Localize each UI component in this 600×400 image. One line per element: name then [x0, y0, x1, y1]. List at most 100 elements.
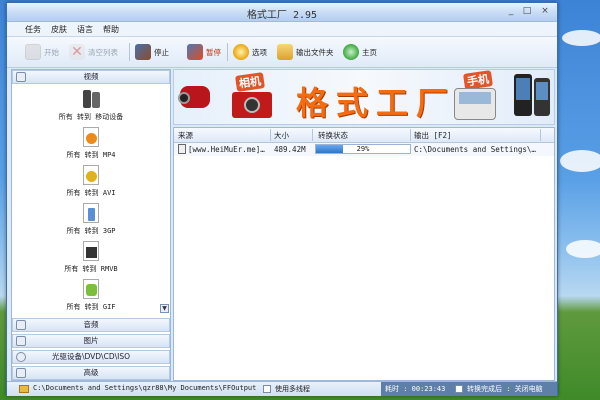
output-path[interactable]: C:\Documents and Settings\qzr88\My Docum… — [33, 384, 256, 392]
clear-list-icon: ✕ — [69, 44, 85, 60]
pause-button[interactable]: 暂停 — [187, 43, 221, 61]
mp4-icon — [81, 126, 101, 148]
stop-button[interactable]: 停止 — [135, 43, 169, 61]
desktop-cloud — [560, 150, 600, 172]
format-factory-window: 格式工厂 2.95 _ □ × 任务 皮肤 语言 帮助 开始 ✕ 清空列表 停止… — [6, 2, 558, 396]
multithread-checkbox[interactable] — [263, 385, 271, 393]
toolbar-separator — [129, 43, 130, 61]
close-button[interactable]: × — [539, 6, 551, 17]
toolbar-separator — [227, 43, 228, 61]
banner-title: 格式工厂 — [296, 84, 457, 122]
start-button[interactable]: 开始 — [25, 43, 59, 61]
options-label: 选项 — [252, 47, 267, 57]
folder-icon — [19, 385, 29, 393]
homepage-button[interactable]: 主页 — [343, 43, 377, 61]
category-disc-header[interactable]: 光驱设备\DVD\CD\ISO — [12, 350, 170, 364]
gif-icon — [81, 278, 101, 300]
format-label: 所有 转到 MP4 — [66, 151, 116, 159]
options-icon — [233, 44, 249, 60]
column-divider — [312, 129, 313, 141]
promo-banner: 相机 格式工厂 手机 — [173, 69, 555, 125]
menu-language[interactable]: 语言 — [77, 24, 93, 35]
advanced-icon — [16, 368, 26, 378]
format-label: 所有 转到 3GP — [66, 227, 116, 235]
column-output[interactable]: 输出 [F2] — [414, 130, 452, 141]
task-progress-bar: 29% — [315, 144, 411, 154]
progress-percent: 29% — [356, 145, 370, 153]
output-folder-icon — [277, 44, 293, 60]
task-size: 489.42M — [274, 145, 306, 154]
column-divider — [410, 129, 411, 141]
status-bar: C:\Documents and Settings\qzr88\My Docum… — [7, 381, 557, 396]
menu-task[interactable]: 任务 — [25, 24, 41, 35]
smartphone-icon — [534, 78, 550, 116]
stop-icon — [135, 44, 151, 60]
smartphone-icon — [514, 74, 532, 116]
column-divider — [270, 129, 271, 141]
format-label: 所有 转到 GIF — [66, 303, 116, 311]
menu-skin[interactable]: 皮肤 — [51, 24, 67, 35]
phone-tag: 手机 — [463, 70, 493, 90]
scroll-down-button[interactable]: ▼ — [160, 304, 169, 313]
format-item-3gp[interactable]: 所有 转到 3GP — [12, 202, 170, 236]
menu-help[interactable]: 帮助 — [103, 24, 119, 35]
phone-icon — [454, 88, 496, 120]
task-list: 来源 大小 转换状态 输出 [F2] [www.HeiMuEr.me]… 489… — [173, 127, 555, 381]
mobile-device-icon — [81, 88, 101, 110]
window-title: 格式工厂 2.95 — [246, 10, 318, 21]
after-convert-label: 转换完成后 : 关闭电脑 — [467, 385, 543, 393]
format-item-gif[interactable]: 所有 转到 GIF — [12, 278, 170, 312]
category-label: 高级 — [83, 368, 99, 377]
title-bar[interactable]: 格式工厂 2.95 _ □ × — [7, 3, 557, 22]
camera-tag: 相机 — [235, 72, 265, 92]
status-info-area: 耗时 : 00:23:43 转换完成后 : 关闭电脑 — [381, 382, 557, 396]
task-source: [www.HeiMuEr.me]… — [188, 145, 265, 154]
task-output: C:\Documents and Settings\… — [414, 145, 536, 154]
format-label: 所有 转到 移动设备 — [58, 113, 124, 121]
minimize-button[interactable]: _ — [505, 6, 517, 17]
category-audio-header[interactable]: 音频 — [12, 318, 170, 332]
category-label: 图片 — [83, 336, 99, 345]
picture-icon — [16, 336, 26, 346]
category-label: 音频 — [83, 320, 99, 329]
start-label: 开始 — [44, 47, 59, 57]
audio-icon — [16, 320, 26, 330]
camera-icon — [232, 92, 272, 118]
avi-icon — [81, 164, 101, 186]
task-list-header: 来源 大小 转换状态 输出 [F2] — [174, 128, 554, 143]
multithread-label: 使用多线程 — [275, 385, 310, 393]
toolbar: 开始 ✕ 清空列表 停止 暂停 选项 输出文件夹 主页 — [7, 37, 557, 68]
file-icon — [178, 144, 186, 154]
desktop-cloud — [566, 240, 600, 258]
category-picture-header[interactable]: 图片 — [12, 334, 170, 348]
format-item-rmvb[interactable]: 所有 转到 RMVB — [12, 240, 170, 274]
category-advanced-header[interactable]: 高级 — [12, 366, 170, 380]
format-label: 所有 转到 RMVB — [64, 265, 118, 273]
category-label: 光驱设备\DVD\CD\ISO — [51, 352, 131, 361]
column-size[interactable]: 大小 — [274, 130, 289, 141]
elapsed-time: 耗时 : 00:23:43 — [385, 385, 446, 393]
after-convert-checkbox[interactable] — [455, 385, 463, 393]
format-item-mobile[interactable]: 所有 转到 移动设备 — [12, 88, 170, 122]
clear-list-button[interactable]: ✕ 清空列表 — [69, 43, 118, 61]
column-status[interactable]: 转换状态 — [318, 130, 348, 141]
category-video-header[interactable]: 视频 — [12, 70, 170, 84]
desktop-cloud — [562, 30, 600, 46]
column-source[interactable]: 来源 — [178, 130, 193, 141]
options-button[interactable]: 选项 — [233, 43, 267, 61]
column-divider — [540, 129, 541, 141]
format-item-mp4[interactable]: 所有 转到 MP4 — [12, 126, 170, 160]
homepage-icon — [343, 44, 359, 60]
format-item-avi[interactable]: 所有 转到 AVI — [12, 164, 170, 198]
start-icon — [25, 44, 41, 60]
clear-list-label: 清空列表 — [88, 47, 118, 57]
pause-icon — [187, 44, 203, 60]
category-panel: 视频 所有 转到 移动设备 所有 转到 MP4 所有 转到 AVI 所有 转到 … — [11, 69, 171, 381]
disc-icon — [16, 352, 26, 362]
menu-bar: 任务 皮肤 语言 帮助 — [7, 22, 557, 37]
video-icon — [16, 72, 26, 82]
output-folder-button[interactable]: 输出文件夹 — [277, 43, 334, 61]
task-row[interactable]: [www.HeiMuEr.me]… 489.42M 29% C:\Documen… — [174, 143, 554, 156]
camcorder-icon — [178, 80, 214, 114]
maximize-button[interactable]: □ — [521, 6, 533, 17]
